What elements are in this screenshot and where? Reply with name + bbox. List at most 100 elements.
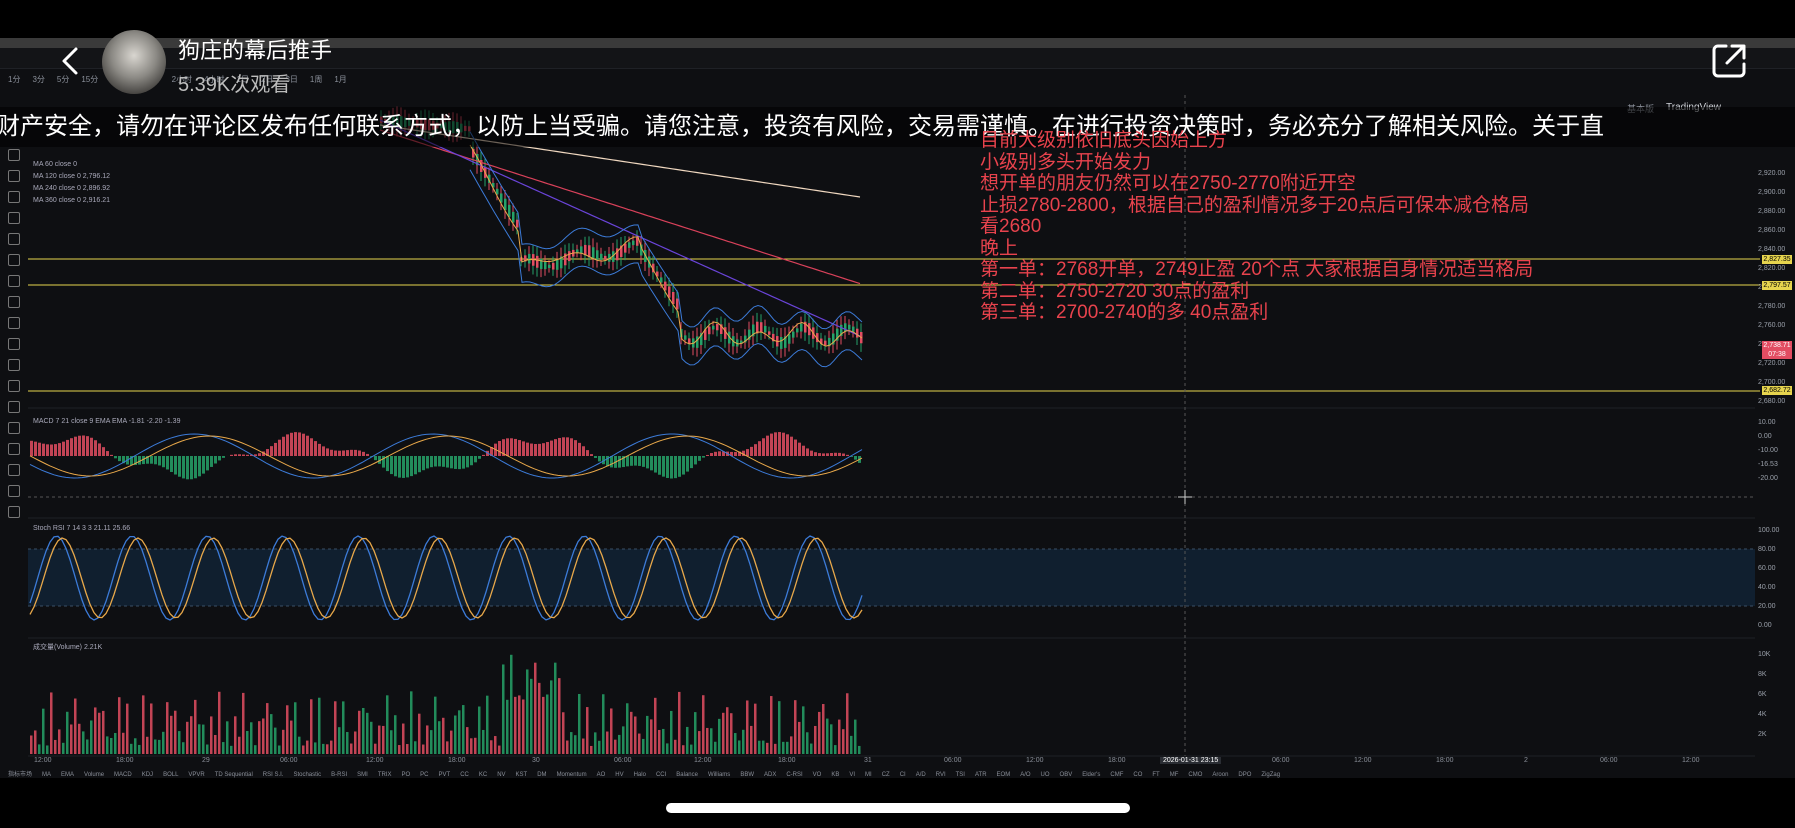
indicator-shortcut[interactable]: CO [1133,772,1142,778]
volume-bar [518,695,521,754]
indicator-shortcut[interactable]: Momentum [557,772,587,778]
indicator-shortcut[interactable]: CMF [1110,772,1123,778]
volume-bar [490,740,493,754]
macd-bar [302,433,305,456]
volume-bar [210,716,213,754]
macd-bar [538,443,541,456]
home-indicator[interactable] [666,803,1130,813]
macd-bar [842,453,845,456]
indicator-shortcut[interactable]: TD Sequential [215,772,253,778]
indicator-shortcut[interactable]: Halo [634,772,646,778]
indicator-shortcut[interactable]: RSI S.I. [263,772,284,778]
indicator-shortcut[interactable]: TRIX [378,772,392,778]
indicator-shortcut[interactable]: PO [402,772,411,778]
indicator-shortcut[interactable]: CC [460,772,469,778]
volume-bar [802,706,805,754]
back-icon[interactable] [56,46,86,76]
indicator-shortcut[interactable]: Stochastic [293,772,321,778]
indicator-shortcut[interactable]: FT [1152,772,1159,778]
indicator-shortcut[interactable]: Williams [708,772,730,778]
indicator-shortcut[interactable]: HV [615,772,623,778]
indicator-shortcut[interactable]: MI [865,772,872,778]
indicator-shortcut[interactable]: KB [831,772,839,778]
volume-bar [130,743,133,754]
author-avatar[interactable] [102,30,166,94]
volume-bar [506,699,509,754]
axis-tick-label: 2,700.00 [1758,379,1786,386]
macd-bar [598,456,601,462]
indicator-shortcut[interactable]: Aroon [1212,772,1228,778]
indicator-shortcut[interactable]: ZigZag [1261,772,1280,778]
indicator-shortcut[interactable]: 指标市场 [8,772,32,778]
macd-bar [426,456,429,469]
macd-bar [310,438,313,456]
indicator-shortcut[interactable]: BBW [740,772,754,778]
indicator-shortcut[interactable]: BOLL [163,772,178,778]
volume-bar [82,731,85,754]
indicator-shortcut[interactable]: EMA [61,772,74,778]
candle [788,334,791,344]
volume-bar [222,742,225,754]
volume-bar [666,743,669,754]
price-tag: 07:38 [1762,350,1792,359]
indicator-shortcut[interactable]: A/O [1020,772,1030,778]
indicator-shortcut[interactable]: PVT [439,772,451,778]
indicator-shortcut[interactable]: KST [516,772,528,778]
indicator-shortcut[interactable]: MACD [114,772,132,778]
indicator-shortcut[interactable]: KDJ [142,772,153,778]
indicator-shortcut[interactable]: ATR [975,772,987,778]
indicator-shortcut[interactable]: AO [597,772,606,778]
indicator-shortcut[interactable]: A/D [916,772,926,778]
indicator-shortcut[interactable]: Elder's [1082,772,1100,778]
indicator-shortcut[interactable]: CZ [882,772,890,778]
indicator-shortcut[interactable]: MF [1170,772,1179,778]
indicator-shortcut-bar[interactable]: 指标市场 MA EMA Volume MACD KDJ BOLL VPVR TD Sequent… [0,769,1795,781]
volume-bar [314,742,317,754]
macd-bar [506,438,509,456]
macd-bar [562,437,565,456]
indicator-shortcut[interactable]: EOM [997,772,1011,778]
indicator-shortcut[interactable]: Balance [676,772,698,778]
volume-bar [822,704,825,754]
indicator-shortcut[interactable]: VPVR [188,772,204,778]
indicator-shortcut[interactable]: TSI [956,772,965,778]
indicator-shortcut[interactable]: UO [1041,772,1050,778]
indicator-shortcut[interactable]: NV [497,772,505,778]
volume-bar [566,740,569,754]
indicator-shortcut[interactable]: Volume [84,772,104,778]
indicator-shortcut[interactable]: B-RSI [331,772,347,778]
volume-bar [634,716,637,754]
volume-bar [526,669,529,754]
volume-bar [114,733,117,754]
macd-bar [474,456,477,463]
volume-bar [138,744,141,754]
indicator-shortcut[interactable]: OBV [1060,772,1073,778]
indicator-shortcut[interactable]: CCI [656,772,666,778]
macd-bar [106,451,109,456]
macd-bar [202,456,205,474]
indicator-shortcut[interactable]: CI [900,772,906,778]
indicator-shortcut[interactable]: DM [537,772,546,778]
indicator-shortcut[interactable]: ADX [764,772,776,778]
macd-bar [170,456,173,472]
indicator-shortcut[interactable]: VI [849,772,855,778]
indicator-shortcut[interactable]: RVI [936,772,946,778]
indicator-shortcut[interactable]: VO [813,772,822,778]
indicator-shortcut[interactable]: MA [42,772,51,778]
volume-bar [470,738,473,754]
axis-tick-label: 2,780.00 [1758,303,1786,310]
author-name[interactable]: 狗庄的幕后推手 [178,33,332,65]
share-icon[interactable] [1710,42,1748,80]
indicator-shortcut[interactable]: CMO [1188,772,1202,778]
volume-bar [850,735,853,754]
candle [800,323,803,332]
candle [684,335,687,340]
indicator-shortcut[interactable]: SMI [357,772,368,778]
volume-bar [786,741,789,754]
indicator-shortcut[interactable]: KC [479,772,487,778]
indicator-shortcut[interactable]: PC [420,772,428,778]
volume-bar [282,729,285,754]
indicator-shortcut[interactable]: C-RSI [786,772,802,778]
volume-bar [58,729,61,754]
indicator-shortcut[interactable]: DPO [1238,772,1251,778]
